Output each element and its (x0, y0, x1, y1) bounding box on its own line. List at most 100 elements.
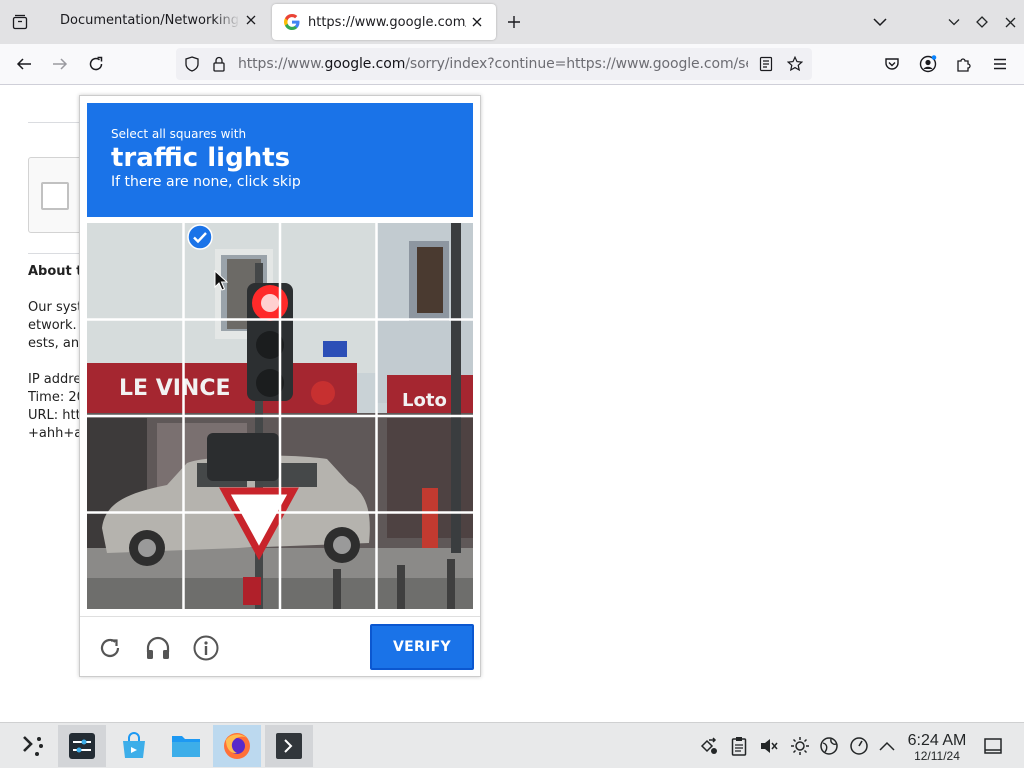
terminal-task[interactable] (265, 725, 313, 767)
url-text[interactable]: https://www.google.com/sorry/index?conti… (238, 56, 748, 72)
challenge-image-grid: LE VINCE Loto (87, 223, 473, 609)
reload-icon (100, 638, 120, 657)
headphones-icon (146, 636, 170, 659)
address-bar[interactable]: https://www.google.com/sorry/index?conti… (176, 48, 812, 80)
power-profile-tray[interactable] (848, 735, 870, 757)
network-tray[interactable] (818, 735, 840, 757)
forward-button[interactable] (46, 50, 74, 78)
pocket-button[interactable] (878, 50, 906, 78)
info-icon (193, 635, 219, 661)
navigation-toolbar: https://www.google.com/sorry/index?conti… (0, 44, 1024, 85)
bookmark-star-icon[interactable] (785, 54, 805, 74)
grid-tile-14[interactable] (184, 513, 281, 610)
volume-muted-icon (761, 739, 778, 753)
clipboard-tray[interactable] (728, 735, 750, 757)
clock-date: 12/11/24 (914, 749, 960, 763)
tab-close-button[interactable] (466, 11, 488, 33)
reload-button[interactable] (82, 50, 110, 78)
close-icon (472, 17, 482, 27)
grid-tile-7[interactable] (280, 320, 377, 417)
firefox-task[interactable] (213, 725, 261, 767)
grid-tile-15[interactable] (280, 513, 377, 610)
footer-divider (80, 616, 480, 617)
settings-sliders-icon (69, 733, 95, 759)
grid-tile-11[interactable] (280, 416, 377, 513)
recaptcha-challenge-dialog: Select all squares with traffic lights I… (79, 95, 481, 677)
application-launcher-button[interactable] (8, 725, 56, 767)
hamburger-menu-icon (994, 58, 1006, 70)
kde-launcher-icon (23, 736, 43, 756)
maximize-window-button[interactable] (970, 10, 994, 34)
mouse-cursor-icon (214, 270, 228, 291)
globe-network-icon (820, 737, 838, 755)
audio-challenge-button[interactable] (144, 634, 172, 662)
verify-button[interactable]: VERIFY (370, 624, 474, 670)
account-button[interactable] (914, 50, 942, 78)
back-button[interactable] (10, 50, 38, 78)
url-prefix: https://www. (238, 56, 325, 72)
tab-close-button[interactable] (240, 9, 262, 31)
grid-tile-5[interactable] (87, 320, 184, 417)
close-window-button[interactable] (998, 10, 1022, 34)
url-domain: google.com (324, 56, 406, 72)
grid-tile-12[interactable] (377, 416, 474, 513)
plus-icon (508, 16, 520, 28)
discover-task[interactable] (110, 725, 158, 767)
close-icon (1005, 17, 1015, 27)
tracking-protection-shield-icon[interactable] (182, 54, 202, 74)
challenge-hint: If there are none, click skip (111, 174, 301, 190)
selected-checkmark-icon (187, 224, 213, 250)
new-tab-button[interactable] (500, 8, 528, 36)
show-hidden-icons-button[interactable] (876, 735, 898, 757)
tab-label: Documentation/Networking - (60, 12, 240, 28)
lock-icon[interactable] (209, 54, 229, 74)
recaptcha-checkbox[interactable] (41, 182, 69, 210)
firefox-view-button[interactable] (0, 0, 40, 44)
grid-tile-10[interactable] (184, 416, 281, 513)
chevron-down-icon (873, 18, 887, 27)
grid-tile-9[interactable] (87, 416, 184, 513)
google-favicon-icon (284, 14, 300, 30)
minimize-window-button[interactable] (942, 10, 966, 34)
challenge-instruction: Select all squares with (111, 127, 247, 141)
show-desktop-button[interactable] (982, 735, 1004, 757)
grid-tile-8[interactable] (377, 320, 474, 417)
url-path: /sorry/index?continue=https://www.google… (405, 56, 748, 72)
challenge-target: traffic lights (111, 143, 291, 173)
grid-tile-13[interactable] (87, 513, 184, 610)
extensions-button[interactable] (950, 50, 978, 78)
grid-tile-4[interactable] (377, 223, 474, 320)
help-info-button[interactable] (192, 634, 220, 662)
account-icon (919, 55, 937, 73)
terminal-icon (276, 733, 302, 759)
pocket-icon (885, 58, 899, 70)
tab-google-sorry[interactable]: https://www.google.com/s (272, 4, 496, 40)
dolphin-task[interactable] (162, 725, 210, 767)
clipboard-icon (731, 737, 747, 756)
grid-tile-6[interactable] (184, 320, 281, 417)
challenge-header: Select all squares with traffic lights I… (87, 103, 473, 217)
grid-tile-3[interactable] (280, 223, 377, 320)
grid-tile-1[interactable] (87, 223, 184, 320)
folder-icon (172, 736, 200, 757)
tab-label: https://www.google.com/s (308, 14, 466, 30)
list-all-tabs-button[interactable] (866, 8, 894, 36)
network-devices-icon (700, 737, 717, 754)
tab-documentation-networking[interactable]: Documentation/Networking - (44, 0, 270, 40)
volume-tray[interactable] (758, 735, 780, 757)
firefox-icon (224, 733, 250, 759)
reader-view-icon[interactable] (756, 54, 776, 74)
diamond-icon (976, 16, 988, 28)
grid-tile-16[interactable] (377, 513, 474, 610)
taskbar: 6:24 AM 12/11/24 (0, 722, 1024, 768)
app-menu-button[interactable] (986, 50, 1014, 78)
brightness-tray[interactable] (789, 735, 811, 757)
digital-clock[interactable]: 6:24 AM 12/11/24 (900, 732, 974, 763)
gauge-icon (850, 737, 868, 755)
chevron-up-icon (879, 741, 895, 751)
system-settings-task[interactable] (58, 725, 106, 767)
reload-challenge-button[interactable] (96, 634, 124, 662)
arrow-right-icon (53, 58, 68, 70)
kde-connect-tray[interactable] (698, 735, 720, 757)
close-icon (246, 15, 256, 25)
